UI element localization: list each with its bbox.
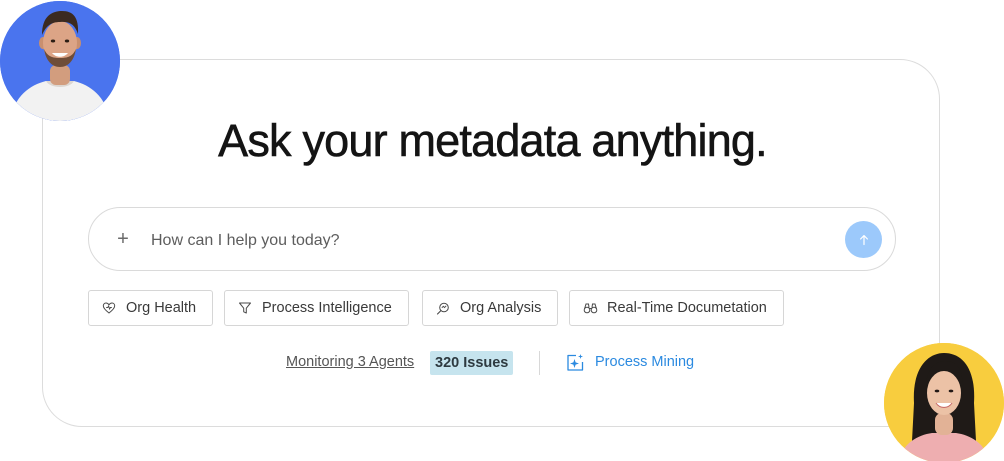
monitoring-agents-link[interactable]: Monitoring 3 Agents — [286, 354, 414, 370]
avatar — [884, 343, 1004, 461]
chip-org-health[interactable]: Org Health — [88, 290, 214, 326]
sparkle-icon[interactable] — [565, 353, 585, 373]
divider — [539, 351, 540, 375]
chip-label: Org Health — [126, 300, 197, 316]
chip-real-time-documentation[interactable]: Real-Time Documetation — [569, 290, 784, 326]
analysis-icon — [435, 300, 451, 316]
user-photo-icon — [0, 1, 120, 121]
filter-icon — [237, 300, 253, 316]
process-mining-link[interactable]: Process Mining — [595, 354, 694, 370]
search-bar: + — [88, 207, 896, 271]
search-input[interactable] — [149, 225, 833, 257]
chip-label: Org Analysis — [460, 300, 542, 316]
avatar — [0, 1, 120, 121]
arrow-up-icon — [859, 234, 868, 245]
chip-label: Real-Time Documetation — [607, 300, 767, 316]
binoculars-icon — [582, 300, 598, 316]
send-button[interactable] — [845, 221, 882, 258]
add-attachment-button[interactable]: + — [111, 225, 135, 253]
chip-process-intelligence[interactable]: Process Intelligence — [224, 290, 409, 326]
page-title: Ask your metadata anything. — [218, 115, 768, 167]
issues-badge[interactable]: 320 Issues — [430, 351, 514, 375]
chip-org-analysis[interactable]: Org Analysis — [422, 290, 559, 326]
user-photo-icon — [884, 343, 1004, 461]
status-row: Monitoring 3 Agents 320 Issues Process M… — [0, 351, 1004, 375]
heart-icon — [101, 300, 117, 316]
chip-label: Process Intelligence — [262, 300, 392, 316]
